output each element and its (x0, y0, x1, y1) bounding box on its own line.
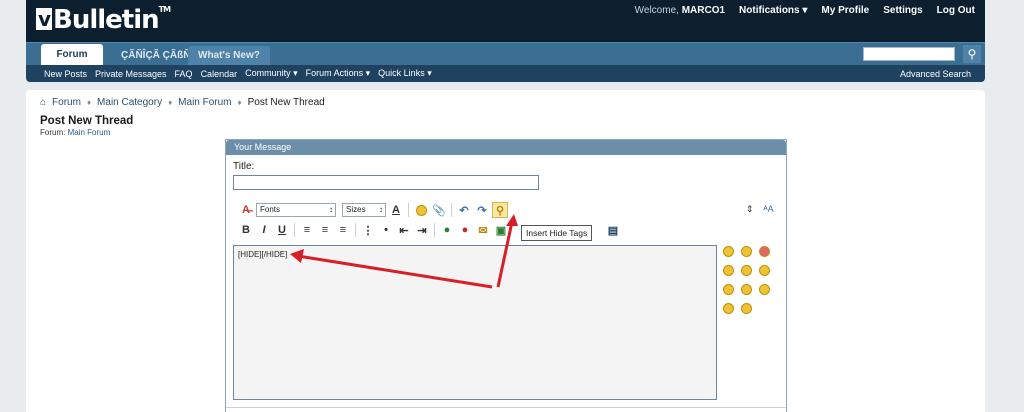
align-left-icon[interactable]: ≡ (299, 222, 315, 238)
align-center-icon[interactable]: ≡ (317, 222, 333, 238)
confused-smiley-icon[interactable] (741, 265, 752, 276)
toolbar-divider (408, 203, 409, 217)
subnav-calendar[interactable]: Calendar (201, 69, 238, 79)
smiley-menu-icon[interactable] (413, 202, 429, 218)
subnav-private-messages[interactable]: Private Messages (95, 69, 167, 79)
logo-mark: v (36, 7, 52, 31)
tab-whats-new[interactable]: What's New? (188, 46, 270, 66)
site-header: v BulletinTM Welcome, MARCO1 Notification… (26, 0, 985, 42)
insert-code-icon[interactable]: ▤ (605, 222, 621, 238)
toolbar-divider (434, 223, 435, 237)
smiley-icon[interactable] (723, 265, 734, 276)
toolbar-divider (451, 203, 452, 217)
indent-icon[interactable]: ⇥ (414, 222, 430, 238)
smiley-icon (415, 204, 427, 216)
logo-text: Bulletin (53, 5, 160, 35)
search-icon[interactable]: ⚲ (963, 45, 981, 63)
redo-icon[interactable]: ↷ (474, 202, 490, 218)
smiley-icon[interactable] (741, 303, 752, 314)
text-color-icon[interactable]: A (388, 202, 404, 218)
smiley-icon[interactable] (759, 265, 770, 276)
subnav-faq[interactable]: FAQ (175, 69, 193, 79)
align-right-icon[interactable]: ≡ (335, 222, 351, 238)
forum-line: Forum: Main Forum (40, 128, 111, 137)
settings-link[interactable]: Settings (883, 5, 922, 16)
top-links: Welcome, MARCO1 Notifications ▾ My Profi… (635, 5, 975, 16)
subnav-community[interactable]: Community ▾ (245, 68, 298, 79)
remove-link-icon[interactable]: ● (457, 222, 473, 238)
breadcrumb-separator-icon: ♦ (168, 98, 173, 107)
breadcrumb-main-forum[interactable]: Main Forum (178, 97, 231, 108)
message-textarea[interactable]: [HIDE][/HIDE] (233, 245, 717, 400)
ordered-list-icon[interactable]: ⋮ (360, 222, 376, 238)
forum-link[interactable]: Main Forum (68, 128, 111, 137)
italic-icon[interactable]: I (256, 222, 272, 238)
breadcrumb-separator-icon: ♦ (86, 98, 92, 107)
notifications-link[interactable]: Notifications ▾ (739, 5, 807, 16)
smiley-icon[interactable] (741, 284, 752, 295)
subnav-new-posts[interactable]: New Posts (44, 69, 87, 79)
search-input[interactable] (863, 47, 955, 61)
title-label: Title: (233, 161, 255, 172)
editor-right-icons: ⇕ ᴬA (746, 204, 774, 215)
main-content: ⌂ Forum ♦ Main Category ♦ Main Forum ♦ P… (26, 90, 985, 412)
bold-icon[interactable]: B (238, 222, 254, 238)
editor-toolbar-top: A̶ Fonts Sizes A 📎 ↶ ↷ ⚲ (238, 202, 508, 218)
size-select[interactable]: Sizes (342, 203, 386, 217)
breadcrumb-current: Post New Thread (247, 97, 325, 108)
subnav-forum-actions[interactable]: Forum Actions ▾ (306, 68, 371, 79)
font-select[interactable]: Fonts (256, 203, 336, 217)
tab-bar: Forum ÇÃÑÎÇÃ ÇÃßÑÎÃ What's New? ⚲ (26, 42, 985, 66)
tooltip: Insert Hide Tags (521, 225, 593, 241)
resize-icon[interactable]: ⇕ (746, 204, 754, 215)
angry-smiley-icon[interactable] (759, 246, 770, 257)
header-wrapper: v BulletinTM Welcome, MARCO1 Notification… (26, 0, 985, 82)
toolbar-divider (355, 223, 356, 237)
breadcrumb-main-category[interactable]: Main Category (97, 97, 162, 108)
underline-icon[interactable]: U (274, 222, 290, 238)
unordered-list-icon[interactable]: • (378, 222, 394, 238)
cool-smiley-icon[interactable] (723, 303, 734, 314)
outdent-icon[interactable]: ⇤ (396, 222, 412, 238)
smiley-icon[interactable] (723, 284, 734, 295)
breadcrumb-separator-icon: ♦ (237, 98, 242, 107)
toolbar-divider (294, 223, 295, 237)
title-input[interactable] (233, 175, 539, 190)
smiley-icon[interactable] (741, 246, 752, 257)
logo-tm: TM (158, 5, 171, 14)
message-box-header: Your Message (226, 140, 786, 155)
message-box: Your Message Title: A̶ Fonts Sizes A 📎 ↶… (225, 139, 787, 412)
subnav-quick-links[interactable]: Quick Links ▾ (378, 68, 432, 79)
username-link[interactable]: MARCO1 (682, 5, 725, 16)
page-title: Post New Thread (40, 115, 134, 127)
logout-link[interactable]: Log Out (937, 5, 975, 16)
smiley-icon[interactable] (759, 284, 770, 295)
insert-image-icon[interactable]: ▣ (493, 222, 509, 238)
undo-icon[interactable]: ↶ (456, 202, 472, 218)
attachment-icon[interactable]: 📎 (431, 202, 447, 218)
my-profile-link[interactable]: My Profile (821, 5, 869, 16)
smilies-panel (723, 246, 779, 314)
vbulletin-logo[interactable]: v BulletinTM (36, 5, 171, 35)
sub-navigation: New Posts Private Messages FAQ Calendar … (26, 65, 985, 82)
insert-hide-tags-icon[interactable]: ⚲ (492, 202, 508, 218)
home-icon[interactable]: ⌂ (40, 97, 46, 108)
advanced-search-link[interactable]: Advanced Search (900, 69, 971, 79)
tab-forum[interactable]: Forum (41, 44, 103, 66)
remove-format-icon[interactable]: A̶ (238, 202, 254, 218)
switch-editor-mode-icon[interactable]: ᴬA (764, 204, 774, 215)
insert-link-icon[interactable]: ● (439, 222, 455, 238)
smiley-icon[interactable] (723, 246, 734, 257)
box-footer-divider (226, 407, 786, 408)
email-icon[interactable]: ✉ (475, 222, 491, 238)
welcome-text: Welcome, MARCO1 (634, 5, 726, 16)
breadcrumb-forum[interactable]: Forum (52, 97, 81, 108)
breadcrumb: ⌂ Forum ♦ Main Category ♦ Main Forum ♦ P… (40, 97, 325, 108)
